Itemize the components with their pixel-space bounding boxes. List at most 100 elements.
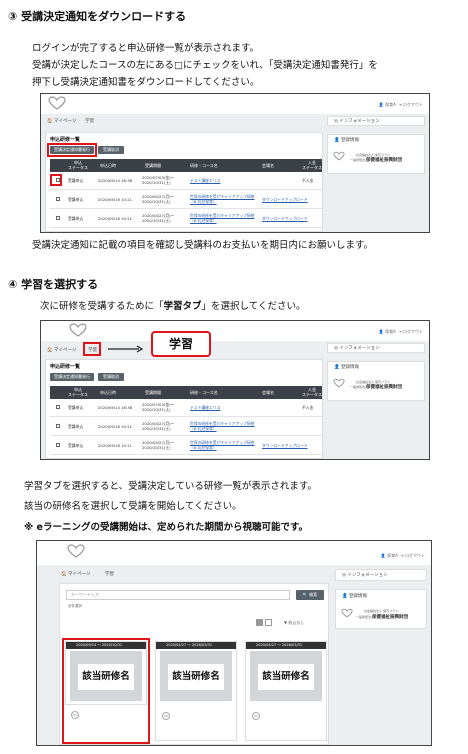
application-list-panel: 申込研修一覧 受講決定通知書発行 受講取消 申込 ステータス 申込日時 受講期間 … — [45, 359, 323, 459]
table-row[interactable]: 受講申込 2020/09/16 10:21 2020/04/27(月)〜2020… — [50, 418, 322, 436]
search-button[interactable]: 🔍 検索 — [296, 590, 324, 600]
table-row[interactable]: 受講申込 2020/09/14 16:38 2020/07/03(金)〜2020… — [50, 173, 322, 190]
row-period: 2020/04/27(月)〜2020/10/31(土) — [142, 440, 175, 450]
card-period: 2020/04/27 〜 2026/03/31 — [156, 642, 236, 649]
row-status: 受講申込 — [68, 443, 84, 448]
row-course[interactable]: テスト講座エリス — [190, 405, 220, 411]
register-label[interactable]: 👤 登録情報 — [334, 364, 424, 370]
grid-view-icon[interactable] — [256, 619, 263, 626]
row-course[interactable]: 世保の研修を受けキャリアアップ研修（B 乳児保育） — [190, 421, 260, 431]
row-checkbox[interactable] — [56, 216, 60, 220]
row-download[interactable]: ダウンロードアップロード — [262, 216, 308, 222]
heart-logo-icon — [48, 96, 66, 110]
row-status: 受講申込 — [68, 178, 84, 183]
table-row[interactable]: 受講申込 2020/09/16 10:21 2020/04/27(月)〜2020… — [50, 210, 322, 228]
col-period: 受講期間 — [145, 163, 161, 168]
table-header: 申込 ステータス 申込日時 受講期間 研修・コース名 会場名 入金 ステータス — [50, 386, 322, 399]
card-period: 2020/04/27 〜 2026/03/31 — [246, 642, 326, 649]
tab-learning[interactable]: 学習 — [85, 118, 94, 124]
list-view-icon[interactable] — [265, 619, 272, 626]
section3-line2: 受講が決定したコースの左にある□にチェックをいれ、「受講決定通知書発行」を — [32, 60, 378, 71]
row-period: 2020/04/27(月)〜2020/10/31(土) — [142, 421, 175, 431]
information-panel[interactable]: ◎ インフォメーション — [327, 343, 425, 353]
screenshot-learning-tab: 👤 保育A ⇥ ログアウト 🏠 マイページ 学習 学習 ◎ インフォメーション … — [40, 320, 430, 460]
register-label[interactable]: 👤 登録情報 — [334, 137, 424, 143]
screenshot-application-list: 👤 保育A ⇥ ログアウト 🏠 マイページ 学習 ◎ インフォメーション 👤 登… — [40, 93, 430, 233]
register-panel: 👤 登録情報 社会福祉法人 保育プラス 一般財団法人 保健福祉振興財団 — [327, 361, 425, 401]
information-panel[interactable]: ◎ インフォメーション — [327, 116, 425, 126]
row-course[interactable]: 世保の研修を受けキャリアアップ研修（B 乳児保育） — [190, 213, 260, 223]
card-course-name[interactable]: 該当研修名 — [168, 664, 224, 690]
filter-select[interactable]: ▼ 絞込なし — [284, 620, 304, 626]
table-header: 申込 ステータス 申込日時 受講期間 研修・コース名 会場名 入金 ステータス — [50, 159, 322, 172]
highlight-issue-button — [47, 143, 97, 157]
col-date: 申込日時 — [100, 163, 116, 168]
tab-learning[interactable]: 学習 — [105, 571, 114, 577]
row-payment: 不入金 — [302, 405, 314, 410]
row-course[interactable]: 世保の研修を受けキャリアアップ研修（B 乳児保育） — [190, 440, 260, 450]
search-input[interactable]: キーワード入力 — [66, 590, 290, 600]
row-course[interactable]: テスト講座エリス — [190, 178, 220, 184]
logout-link[interactable]: ⇥ ログアウト — [398, 329, 423, 334]
tab-mypage[interactable]: 🏠 マイページ — [47, 347, 76, 353]
col-course: 研修・コース名 — [190, 163, 218, 168]
col-venue: 会場名 — [262, 390, 274, 395]
screenshot-learning-cards: 👤 保育A ⇥ ログアウト 🏠 マイページ 学習 ◎ インフォメーション 👤 登… — [36, 540, 432, 746]
learning-callout: 学習 — [151, 331, 211, 357]
cancel-application-button[interactable]: 受講取消 — [98, 146, 124, 154]
information-panel[interactable]: ◎ インフォメーション — [335, 569, 427, 581]
org-line2: 保健福祉振興財団 — [366, 385, 402, 390]
row-status: 受講申込 — [68, 405, 84, 410]
course-card[interactable]: 2020/04/27 〜 2026/03/31 該当研修名 0% — [155, 641, 237, 741]
row-download[interactable]: ダウンロードアップロード — [262, 443, 308, 449]
row-checkbox[interactable] — [56, 424, 60, 428]
list-title: 申込研修一覧 — [50, 137, 81, 143]
course-card[interactable]: 2020/04/27 〜 2026/03/31 該当研修名 0% — [245, 641, 327, 741]
org-line2: 保健福祉振興財団 — [366, 158, 402, 163]
header-user[interactable]: 👤 保育A — [379, 102, 396, 107]
table-row[interactable]: 受講申込 2020/09/16 10:21 2020/04/27(月)〜2020… — [50, 191, 322, 209]
row-period: 2020/07/03(金)〜2020/10/31(土) — [142, 175, 175, 185]
row-period: 2020/04/27(月)〜2020/10/31(土) — [142, 213, 175, 223]
row-download[interactable]: ダウンロードアップロード — [262, 197, 308, 203]
org-small: 社会福祉法人 保育プラス — [364, 609, 398, 613]
row-checkbox[interactable] — [56, 405, 60, 409]
row-period: 2020/07/03(金)〜2020/10/31(土) — [142, 402, 175, 412]
row-course[interactable]: 世保の研修を受けキャリアアップ研修（B 乳児保育） — [190, 194, 260, 204]
logout-link[interactable]: ⇥ ログアウト — [400, 553, 425, 558]
issue-notice-button[interactable]: 受講決定通知書発行 — [50, 373, 94, 381]
application-list-panel: 申込研修一覧 受講決定通知書発行 受講取消 申込 ステータス 申込日時 受講期間 … — [45, 132, 323, 232]
tab-mypage[interactable]: 🏠 マイページ — [61, 571, 90, 577]
row-date: 2020/09/14 16:38 — [98, 405, 133, 410]
col-payment: 入金 ステータス — [302, 160, 322, 170]
row-checkbox[interactable] — [56, 443, 60, 447]
heart-logo-icon — [333, 151, 345, 161]
select-all-label[interactable]: 全件選択 — [68, 604, 82, 609]
row-checkbox[interactable] — [56, 197, 60, 201]
header-user[interactable]: 👤 保育A — [379, 329, 396, 334]
highlight-course-card — [62, 638, 150, 744]
tab-mypage[interactable]: 🏠 マイページ — [47, 118, 76, 124]
heart-logo-icon — [67, 544, 85, 558]
arrow-right-icon — [108, 345, 143, 353]
row-date: 2020/09/16 10:21 — [98, 424, 133, 429]
row-status: 受講申込 — [68, 424, 84, 429]
heart-logo-icon — [69, 323, 87, 337]
col-status: 申込 ステータス — [68, 160, 88, 170]
table-row[interactable]: 受講申込 2020/09/16 10:21 2020/04/27(月)〜2020… — [50, 437, 322, 455]
row-date: 2020/09/16 10:21 — [98, 197, 133, 202]
org-line2: 保健福祉振興財団 — [372, 615, 408, 620]
register-panel: 👤 登録情報 社会福祉法人 保育プラス 一般財団法人 保健福祉振興財団 — [327, 134, 425, 174]
col-payment: 入金 ステータス — [302, 387, 322, 397]
highlight-learning-tab — [83, 342, 101, 356]
cancel-application-button[interactable]: 受講取消 — [98, 373, 124, 381]
card-course-name[interactable]: 該当研修名 — [258, 664, 314, 690]
section4-heading: ④ 学習を選択する — [8, 278, 99, 291]
progress-circle: 0% — [162, 712, 170, 720]
table-row[interactable]: 受講申込 2020/09/14 16:38 2020/07/03(金)〜2020… — [50, 400, 322, 417]
logout-link[interactable]: ⇥ ログアウト — [398, 102, 423, 107]
row-payment: 不入金 — [302, 178, 314, 183]
section3-after: 受講決定通知に記載の項目を確認し受講料のお支払いを期日内にお願いします。 — [32, 240, 374, 251]
register-label[interactable]: 👤 登録情報 — [342, 593, 426, 599]
header-user[interactable]: 👤 保育A — [381, 553, 398, 558]
